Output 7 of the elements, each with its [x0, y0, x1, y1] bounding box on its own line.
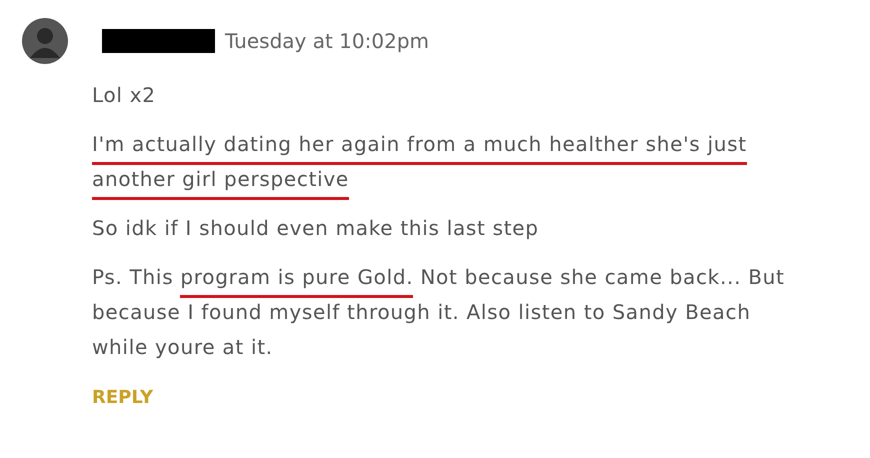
comment-paragraph: So idk if I should even make this last step	[92, 215, 540, 242]
avatar-icon	[22, 18, 68, 64]
comment-paragraph: Lol x2	[92, 82, 157, 109]
comment-paragraph: Ps. This program is pure Gold. Not because she came back... But because I found myself through it. Also listen to Sandy Beach while youre at it.	[92, 264, 786, 361]
comment-time: Tuesday at 10:02pm	[225, 29, 429, 53]
reply-button[interactable]: REPLY	[92, 387, 154, 408]
comment-paragraph: I'm actually dating her again from a much healther she's just another girl perspective	[92, 127, 797, 197]
